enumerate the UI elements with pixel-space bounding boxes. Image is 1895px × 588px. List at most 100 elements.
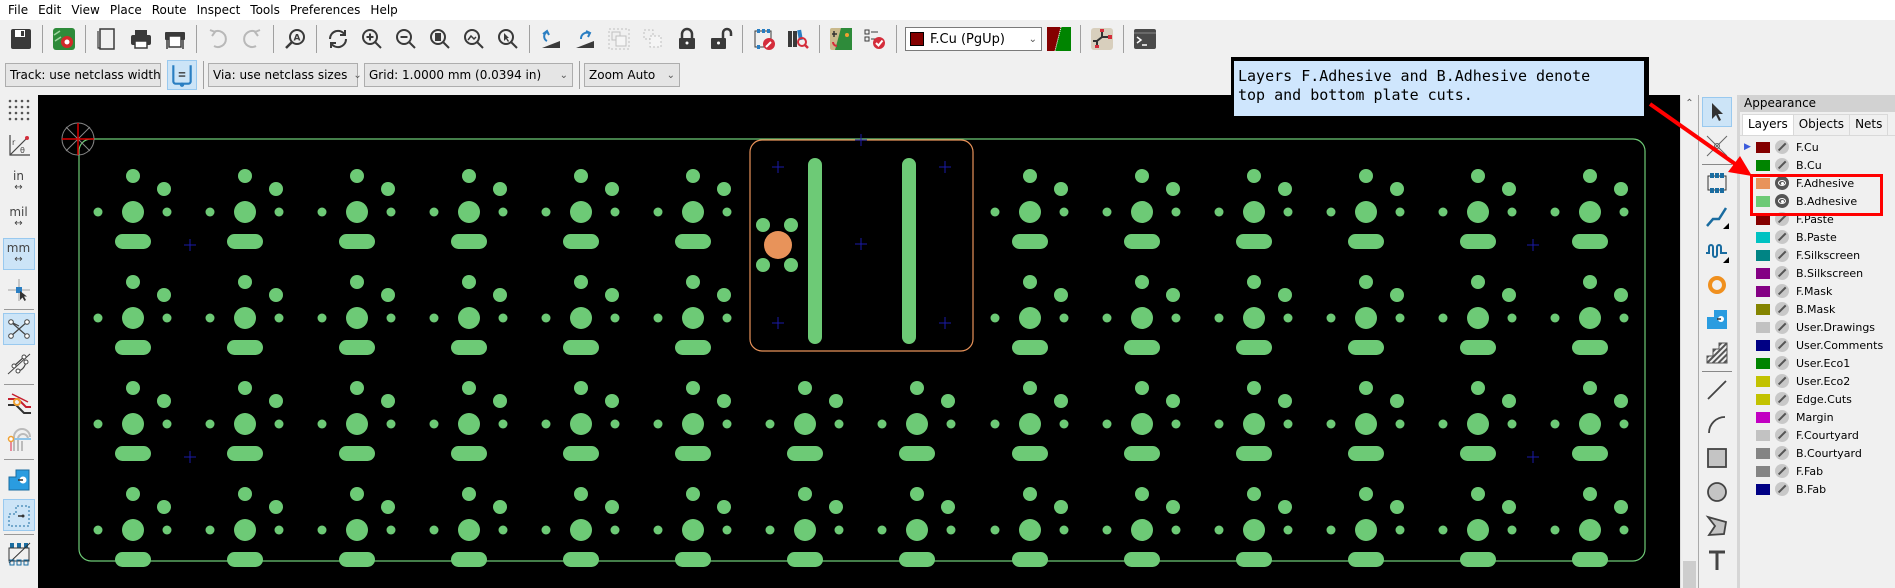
eye-hidden-icon[interactable] [1775,158,1789,172]
layer-row-user-drawings[interactable]: User.Drawings [1740,318,1895,336]
net-color-mode-button[interactable] [3,424,35,456]
tab-layers[interactable]: Layers [1742,114,1794,135]
layer-row-edge-cuts[interactable]: Edge.Cuts [1740,390,1895,408]
local-ratsnest-button[interactable] [1702,131,1732,161]
ungroup-button[interactable] [638,24,668,54]
page-settings-button[interactable] [92,24,122,54]
layer-row-b-courtyard[interactable]: B.Courtyard [1740,444,1895,462]
active-layer-select[interactable]: F.Cu (PgUp) ⌄ [905,27,1042,51]
eye-hidden-icon[interactable] [1775,446,1789,460]
redraw-button[interactable] [323,24,353,54]
eye-hidden-icon[interactable] [1775,248,1789,262]
layer-row-margin[interactable]: Margin [1740,408,1895,426]
zoom-objects-button[interactable] [459,24,489,54]
layer-row-user-eco2[interactable]: User.Eco2 [1740,372,1895,390]
layer-color-swatch[interactable] [1756,159,1770,171]
polar-coords-button[interactable]: rθ [3,130,35,162]
menu-tools[interactable]: Tools [246,0,286,20]
layer-row-f-mask[interactable]: F.Mask [1740,282,1895,300]
layer-color-swatch[interactable] [1756,375,1770,387]
eye-hidden-icon[interactable] [1775,392,1789,406]
layer-color-swatch[interactable] [1756,429,1770,441]
layer-row-user-comments[interactable]: User.Comments [1740,336,1895,354]
add-zone-button[interactable] [1702,304,1732,334]
menu-inspect[interactable]: Inspect [193,0,247,20]
eye-hidden-icon[interactable] [1775,338,1789,352]
update-pcb-button[interactable] [826,24,856,54]
units-mil-button[interactable]: mil ↔ [3,202,35,234]
save-button[interactable] [6,24,36,54]
unlock-button[interactable] [706,24,736,54]
add-keepout-button[interactable] [1702,338,1732,368]
zoom-selection-button[interactable] [493,24,523,54]
draw-polygon-button[interactable] [1702,511,1732,541]
menu-place[interactable]: Place [106,0,148,20]
layer-color-swatch[interactable] [1756,249,1770,261]
tune-length-button[interactable] [1702,236,1732,266]
scroll-up-icon[interactable]: ⌃ [1681,95,1698,112]
scripting-console-button[interactable] [1130,24,1160,54]
draw-circle-button[interactable] [1702,477,1732,507]
layer-color-swatch[interactable] [1756,141,1770,153]
print-button[interactable] [126,24,156,54]
grid-toggle-button[interactable] [3,94,35,126]
layer-color-swatch[interactable] [1756,483,1770,495]
select-tool-button[interactable] [1701,97,1732,127]
tab-objects[interactable]: Objects [1792,114,1851,135]
scrollbar-thumb[interactable] [1683,561,1696,588]
menu-edit[interactable]: Edit [34,0,67,20]
find-button[interactable]: A [280,24,310,54]
pad-display-button[interactable] [3,538,35,570]
curved-ratsnest-button[interactable] [3,349,35,381]
layer-color-swatch[interactable] [1756,321,1770,333]
grid-select[interactable]: Grid: 1.0000 mm (0.0394 in) ⌄ [364,63,573,87]
menu-route[interactable]: Route [148,0,193,20]
zone-outlines-button[interactable] [2,499,35,531]
eye-hidden-icon[interactable] [1775,410,1789,424]
redo-button[interactable] [237,24,267,54]
auto-track-width-button[interactable] [167,60,197,90]
layer-color-swatch[interactable] [1756,357,1770,369]
layer-row-f-cu[interactable]: ▶ F.Cu [1740,138,1895,156]
schematic-button[interactable] [1087,24,1117,54]
cursor-shape-button[interactable] [3,274,35,306]
eye-hidden-icon[interactable] [1775,266,1789,280]
menu-view[interactable]: View [67,0,105,20]
layer-row-b-mask[interactable]: B.Mask [1740,300,1895,318]
eye-hidden-icon[interactable] [1775,428,1789,442]
layer-row-f-courtyard[interactable]: F.Courtyard [1740,426,1895,444]
zoom-fit-button[interactable] [425,24,455,54]
group-button[interactable] [604,24,634,54]
layer-row-user-eco1[interactable]: User.Eco1 [1740,354,1895,372]
layer-color-swatch[interactable] [1756,393,1770,405]
footprint-browser-button[interactable] [783,24,813,54]
tab-nets[interactable]: Nets [1849,114,1889,135]
pcb-canvas[interactable] [38,95,1680,588]
units-mm-button[interactable]: mm ↔ [2,238,35,270]
draw-arc-button[interactable] [1702,409,1732,439]
layer-pair-button[interactable] [1044,24,1074,54]
lock-button[interactable] [672,24,702,54]
layer-color-swatch[interactable] [1756,267,1770,279]
add-via-button[interactable] [1702,270,1732,300]
add-text-button[interactable] [1702,545,1732,575]
zoom-in-button[interactable] [357,24,387,54]
board-setup-button[interactable] [49,24,79,54]
layer-color-swatch[interactable] [1756,447,1770,459]
layer-row-f-fab[interactable]: F.Fab [1740,462,1895,480]
ratsnest-button[interactable] [2,313,35,345]
layer-row-b-fab[interactable]: B.Fab [1740,480,1895,498]
layer-color-swatch[interactable] [1756,411,1770,423]
units-inch-button[interactable]: in ↔ [3,166,35,198]
eye-hidden-icon[interactable] [1775,356,1789,370]
layer-color-swatch[interactable] [1756,465,1770,477]
draw-rectangle-button[interactable] [1702,443,1732,473]
drc-button[interactable] [860,24,890,54]
eye-hidden-icon[interactable] [1775,374,1789,388]
rotate-ccw-button[interactable] [536,24,566,54]
menu-help[interactable]: Help [366,0,403,20]
filled-zones-button[interactable] [3,463,35,495]
draw-line-button[interactable] [1702,375,1732,405]
zoom-select[interactable]: Zoom Auto ⌄ [584,63,680,87]
high-contrast-button[interactable] [3,388,35,420]
